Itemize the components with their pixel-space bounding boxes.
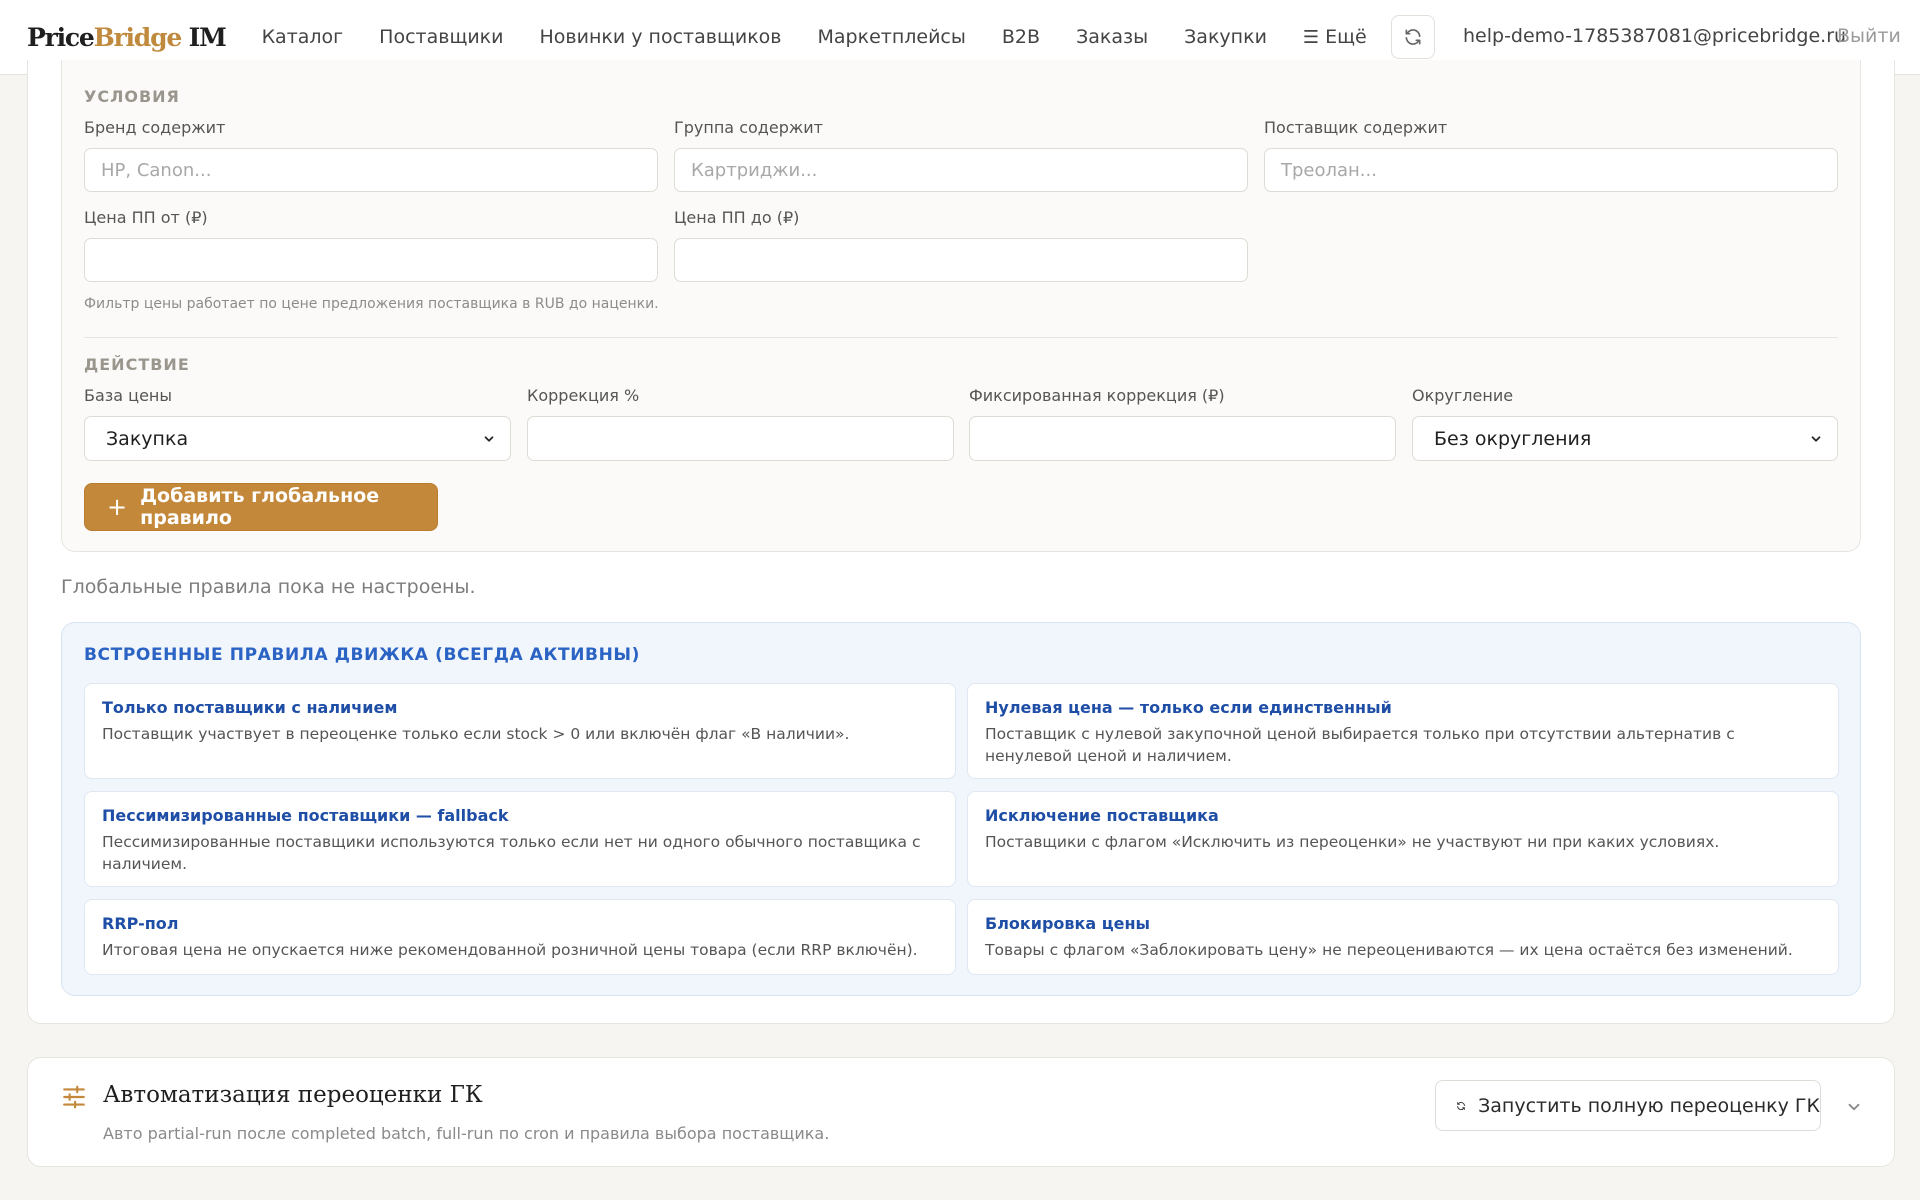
rule-title: Пессимизированные поставщики — fallback	[102, 806, 509, 825]
burger-icon: ☰	[1302, 26, 1320, 48]
correction-label: Коррекция %	[527, 386, 640, 405]
price-filter-hint: Фильтр цены работает по цене предложения…	[84, 296, 659, 312]
nav-item-marketplaces[interactable]: Маркетплейсы	[818, 26, 966, 48]
nav-item-orders[interactable]: Заказы	[1076, 26, 1148, 48]
add-global-rule-label: Добавить глобальное правило	[140, 485, 380, 529]
rule-title: Блокировка цены	[985, 914, 1151, 933]
brand-filter-input[interactable]	[84, 148, 658, 192]
price-from-label: Цена ПП от (₽)	[84, 208, 208, 227]
chevron-down-icon	[484, 435, 494, 442]
plus-icon: +	[107, 493, 128, 521]
add-global-rule-button[interactable]: + Добавить глобальное правило	[84, 483, 438, 531]
section-divider	[84, 337, 1838, 338]
logout-link[interactable]: Выйти	[1837, 25, 1901, 47]
correction-percent-input[interactable]	[527, 416, 954, 461]
price-from-input[interactable]	[84, 238, 658, 282]
rule-description: Поставщики с флагом «Исключить из переоц…	[985, 833, 1720, 851]
supplier-label: Поставщик содержит	[1264, 118, 1448, 137]
price-to-label: Цена ПП до (₽)	[674, 208, 800, 227]
rule-title: RRP-пол	[102, 914, 179, 933]
rule-description: Пессимизированные поставщики используютс…	[102, 833, 921, 873]
rule-title: Исключение поставщика	[985, 806, 1219, 825]
main-nav: Каталог Поставщики Новинки у поставщиков…	[262, 26, 1403, 48]
logo-accent: Bridge	[93, 22, 183, 52]
rounding-label: Округление	[1412, 386, 1514, 405]
chevron-down-icon	[1811, 435, 1821, 442]
rule-description: Поставщик участвует в переоценке только …	[102, 725, 850, 743]
fixed-correction-input[interactable]	[969, 416, 1396, 461]
rule-description: Товары с флагом «Заблокировать цену» не …	[985, 941, 1793, 959]
rule-description: Поставщик с нулевой закупочной ценой выб…	[985, 725, 1735, 765]
logo-main: Price	[27, 22, 95, 52]
builtin-rule-card: Исключение поставщика Поставщики с флаго…	[967, 791, 1839, 887]
empty-rules-note: Глобальные правила пока не настроены.	[61, 576, 476, 598]
user-email[interactable]: help-demo-1785387081@pricebridge.ru	[1463, 25, 1846, 47]
logo-suffix: IM	[181, 22, 227, 52]
logo[interactable]: PriceBridge IM	[27, 22, 227, 52]
action-section-title: Действие	[84, 355, 190, 374]
refresh-button[interactable]	[1391, 15, 1435, 59]
builtin-rule-card: RRP-пол Итоговая цена не опускается ниже…	[84, 899, 956, 975]
nav-item-b2b[interactable]: B2B	[1002, 26, 1040, 48]
conditions-section-title: Условия	[84, 87, 180, 106]
rounding-select[interactable]: Без округления	[1412, 416, 1838, 461]
automation-title: Автоматизация переоценки ГК	[103, 1082, 483, 1108]
price-base-select[interactable]: Закупка	[84, 416, 511, 461]
rounding-value: Без округления	[1434, 427, 1592, 450]
group-filter-input[interactable]	[674, 148, 1248, 192]
price-base-value: Закупка	[106, 427, 189, 450]
nav-item-supplier-news[interactable]: Новинки у поставщиков	[540, 26, 782, 48]
builtin-rules-title: ВСТРОЕННЫЕ ПРАВИЛА ДВИЖКА (ВСЕГДА АКТИВН…	[84, 645, 640, 665]
nav-item-catalog[interactable]: Каталог	[262, 26, 344, 48]
price-to-input[interactable]	[674, 238, 1248, 282]
nav-more-label: Ещё	[1325, 26, 1367, 48]
nav-item-suppliers[interactable]: Поставщики	[379, 26, 503, 48]
refresh-icon	[1457, 1101, 1465, 1110]
builtin-rule-card: Нулевая цена — только если единственный …	[967, 683, 1839, 779]
pricing-rules-panel: Условия Бренд содержит Группа содержит П…	[27, 60, 1895, 1024]
refresh-icon	[1405, 29, 1421, 45]
run-full-repricing-button[interactable]: Запустить полную переоценку ГК	[1435, 1080, 1821, 1131]
fixed-correction-label: Фиксированная коррекция (₽)	[969, 386, 1225, 405]
automation-subtitle: Авто partial-run после completed batch, …	[103, 1124, 830, 1143]
builtin-rule-card: Пессимизированные поставщики — fallback …	[84, 791, 956, 887]
sliders-icon	[63, 1085, 85, 1109]
supplier-filter-input[interactable]	[1264, 148, 1838, 192]
rule-title: Только поставщики с наличием	[102, 698, 398, 717]
rule-title: Нулевая цена — только если единственный	[985, 698, 1392, 717]
nav-more-menu[interactable]: ☰ Ещё	[1303, 26, 1367, 48]
builtin-rules-panel: ВСТРОЕННЫЕ ПРАВИЛА ДВИЖКА (ВСЕГДА АКТИВН…	[61, 622, 1861, 996]
automation-card: Автоматизация переоценки ГК Авто partial…	[27, 1057, 1895, 1167]
chevron-down-icon[interactable]	[1845, 1098, 1863, 1116]
brand-label: Бренд содержит	[84, 118, 226, 137]
run-full-repricing-label: Запустить полную переоценку ГК	[1478, 1094, 1820, 1117]
group-label: Группа содержит	[674, 118, 823, 137]
builtin-rule-card: Только поставщики с наличием Поставщик у…	[84, 683, 956, 779]
rule-description: Итоговая цена не опускается ниже рекомен…	[102, 941, 918, 959]
price-base-label: База цены	[84, 386, 173, 405]
nav-item-purchases[interactable]: Закупки	[1184, 26, 1267, 48]
builtin-rule-card: Блокировка цены Товары с флагом «Заблоки…	[967, 899, 1839, 975]
